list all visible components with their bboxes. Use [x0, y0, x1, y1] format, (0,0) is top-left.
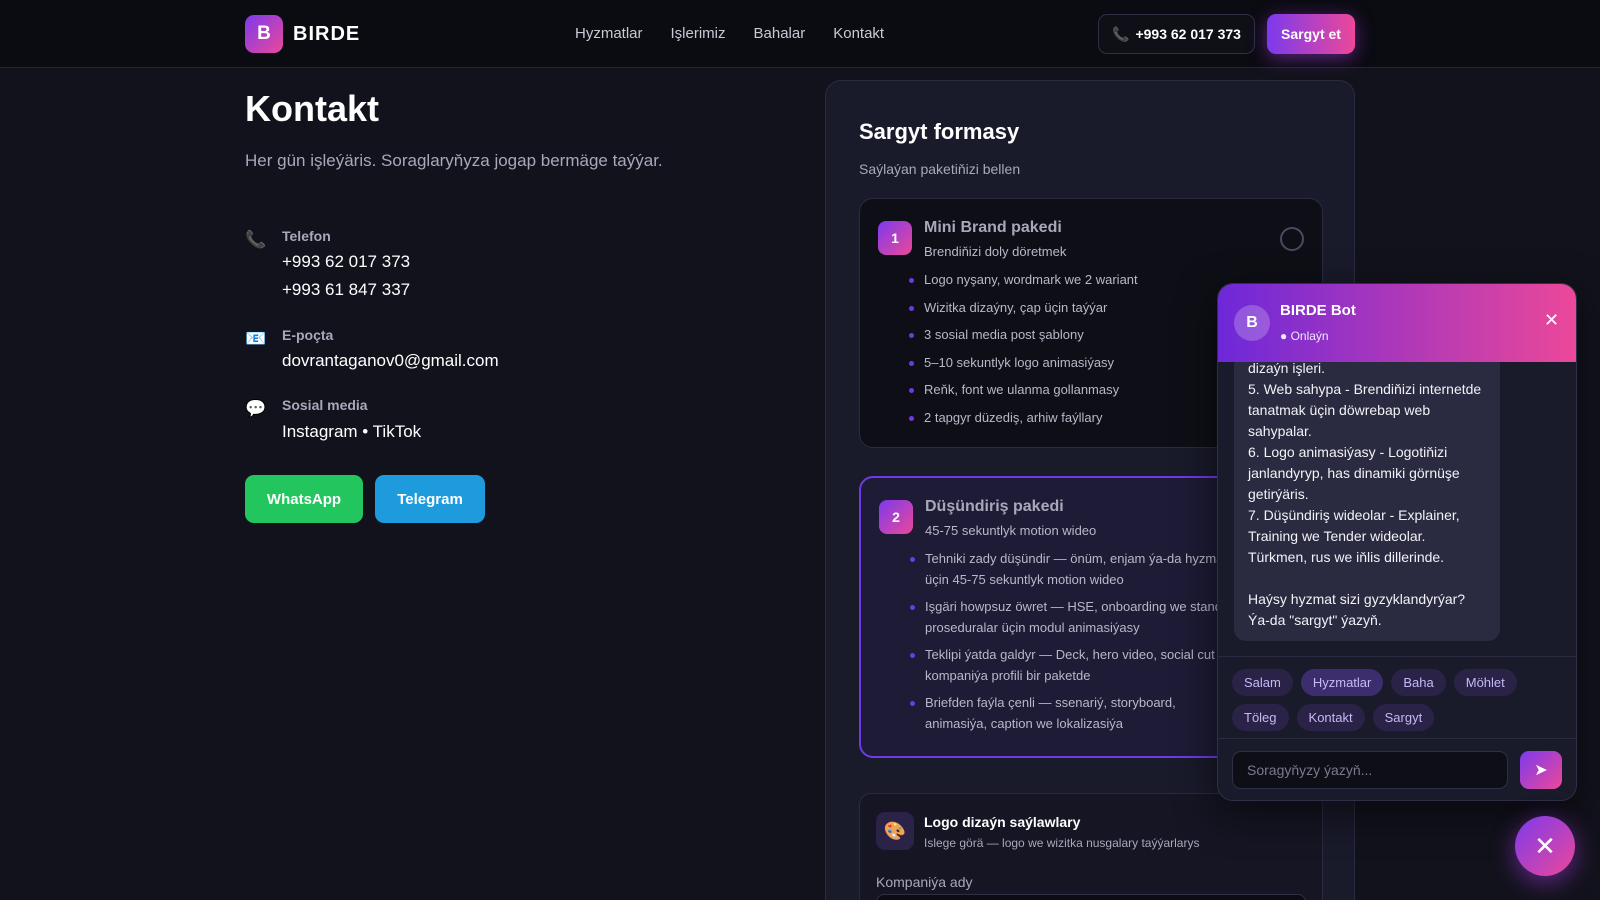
order-form-subtitle: Saýlaýan paketiňizi bellen — [859, 161, 1021, 177]
contact-social-value[interactable]: Instagram • TikTok — [282, 422, 421, 442]
whatsapp-button[interactable]: WhatsApp — [245, 475, 363, 523]
contact-title: Kontakt — [245, 88, 379, 129]
package-feature-list: Logo nyşany, wordmark we 2 wariant Wizit… — [908, 269, 1238, 434]
package-description: 45-75 sekuntlyk motion wideo — [925, 523, 1097, 538]
logo-options-subtitle: Islege görä — logo we wizitka nusgalary … — [924, 836, 1200, 850]
chatbot-window: B BIRDE Bot ● Onlaýn ✕ dizaýn işleri. 5.… — [1217, 283, 1577, 801]
chatbot-header: B BIRDE Bot ● Onlaýn ✕ — [1218, 284, 1576, 362]
package-feature: Reňk, font we ulanma gollanmasy — [908, 379, 1238, 400]
nav-links: Hyzmatlar Işlerimiz Bahalar Kontakt — [575, 25, 884, 42]
logo-options-title: Logo dizaýn saýlawlary — [924, 814, 1081, 830]
chip-mohlet[interactable]: Möhlet — [1453, 669, 1517, 696]
nav-link-prices[interactable]: Bahalar — [754, 25, 806, 42]
chat-bubble-icon: 💬 — [245, 399, 267, 418]
chip-hyzmatlar[interactable]: Hyzmatlar — [1300, 669, 1384, 696]
nav-phone-number: +993 62 017 373 — [1135, 26, 1241, 42]
contact-social-label: Sosial media — [282, 397, 368, 413]
package-radio[interactable] — [1280, 227, 1304, 251]
contact-email-value[interactable]: dovrantaganov0@gmail.com — [282, 351, 499, 371]
package-description: Brendiňizi doly döretmek — [924, 244, 1067, 259]
quick-reply-chips: Salam Hyzmatlar Baha Möhlet Töleg Kontak… — [1218, 656, 1576, 738]
contact-subtitle: Her gün işleýäris. Soraglaryňyza jogap b… — [245, 151, 663, 170]
package-feature: Briefden faýla çenli — ssenariý, storybo… — [909, 692, 1239, 734]
nav-link-contact[interactable]: Kontakt — [833, 25, 884, 42]
contact-phone-label: Telefon — [282, 228, 331, 244]
email-icon: 📧 — [245, 329, 267, 348]
chip-salam[interactable]: Salam — [1232, 669, 1293, 696]
chip-kontakt[interactable]: Kontakt — [1296, 704, 1365, 731]
bot-status: ● Onlaýn — [1280, 329, 1329, 343]
nav-phone-button[interactable]: 📞 +993 62 017 373 — [1098, 14, 1255, 54]
nav-link-works[interactable]: Işlerimiz — [671, 25, 726, 42]
brand-logo-icon[interactable]: B — [245, 15, 283, 53]
phone-icon: 📞 — [245, 230, 267, 249]
palette-icon: 🎨 — [876, 812, 914, 850]
bot-avatar: B — [1234, 305, 1270, 341]
contact-email-label: E-poçta — [282, 327, 334, 343]
send-icon[interactable]: ➤ — [1520, 751, 1562, 789]
package-feature: Teklipi ýatda galdyr — Deck, hero video,… — [909, 644, 1239, 686]
package-feature: Tehniki zady düşündir — önüm, enjam ýa-d… — [909, 548, 1239, 590]
package-name: Düşündiriş pakedi — [925, 498, 1064, 515]
chat-toggle-close-icon[interactable]: ✕ — [1515, 816, 1575, 876]
package-feature: Logo nyşany, wordmark we 2 wariant — [908, 269, 1238, 290]
package-feature: 5–10 sekuntlyk logo animasiýasy — [908, 352, 1238, 373]
company-name-label: Kompaniýa ady — [876, 874, 973, 890]
order-form-title: Sargyt formasy — [859, 119, 1020, 144]
logo-design-options: 🎨 Logo dizaýn saýlawlary Islege görä — l… — [859, 793, 1323, 900]
bot-message: dizaýn işleri. 5. Web sahypa - Brendiňiz… — [1234, 362, 1500, 641]
nav-order-button[interactable]: Sargyt et — [1267, 14, 1355, 54]
chip-baha[interactable]: Baha — [1391, 669, 1446, 696]
chip-toleg[interactable]: Töleg — [1232, 704, 1289, 731]
package-feature: 3 sosial media post şablony — [908, 324, 1238, 345]
telegram-button[interactable]: Telegram — [375, 475, 485, 523]
brand-name[interactable]: BIRDE — [293, 23, 360, 46]
contact-phone-1[interactable]: +993 62 017 373 — [282, 252, 410, 272]
package-number-badge: 2 — [879, 500, 913, 534]
company-name-input[interactable] — [876, 894, 1306, 900]
package-feature: 2 tapgyr düzediş, arhiw faýllary — [908, 407, 1238, 428]
package-feature: Wizitka dizaýny, çap üçin taýýar — [908, 297, 1238, 318]
package-name: Mini Brand pakedi — [924, 219, 1062, 236]
chat-message-input[interactable] — [1232, 751, 1508, 789]
chip-sargyt[interactable]: Sargyt — [1372, 704, 1435, 731]
nav-link-services[interactable]: Hyzmatlar — [575, 25, 643, 42]
bot-name: BIRDE Bot — [1280, 302, 1356, 319]
close-icon[interactable]: ✕ — [1544, 310, 1559, 331]
package-feature-list: Tehniki zady düşündir — önüm, enjam ýa-d… — [909, 548, 1239, 740]
phone-icon: 📞 — [1112, 25, 1130, 42]
package-number-badge: 1 — [878, 221, 912, 255]
top-navbar: B BIRDE Hyzmatlar Işlerimiz Bahalar Kont… — [0, 0, 1600, 68]
contact-phone-2[interactable]: +993 61 847 337 — [282, 280, 410, 300]
chat-messages[interactable]: dizaýn işleri. 5. Web sahypa - Brendiňiz… — [1218, 362, 1576, 662]
package-feature: Işgäri howpsuz öwret — HSE, onboarding w… — [909, 596, 1239, 638]
chat-input-row: ➤ — [1218, 738, 1576, 800]
